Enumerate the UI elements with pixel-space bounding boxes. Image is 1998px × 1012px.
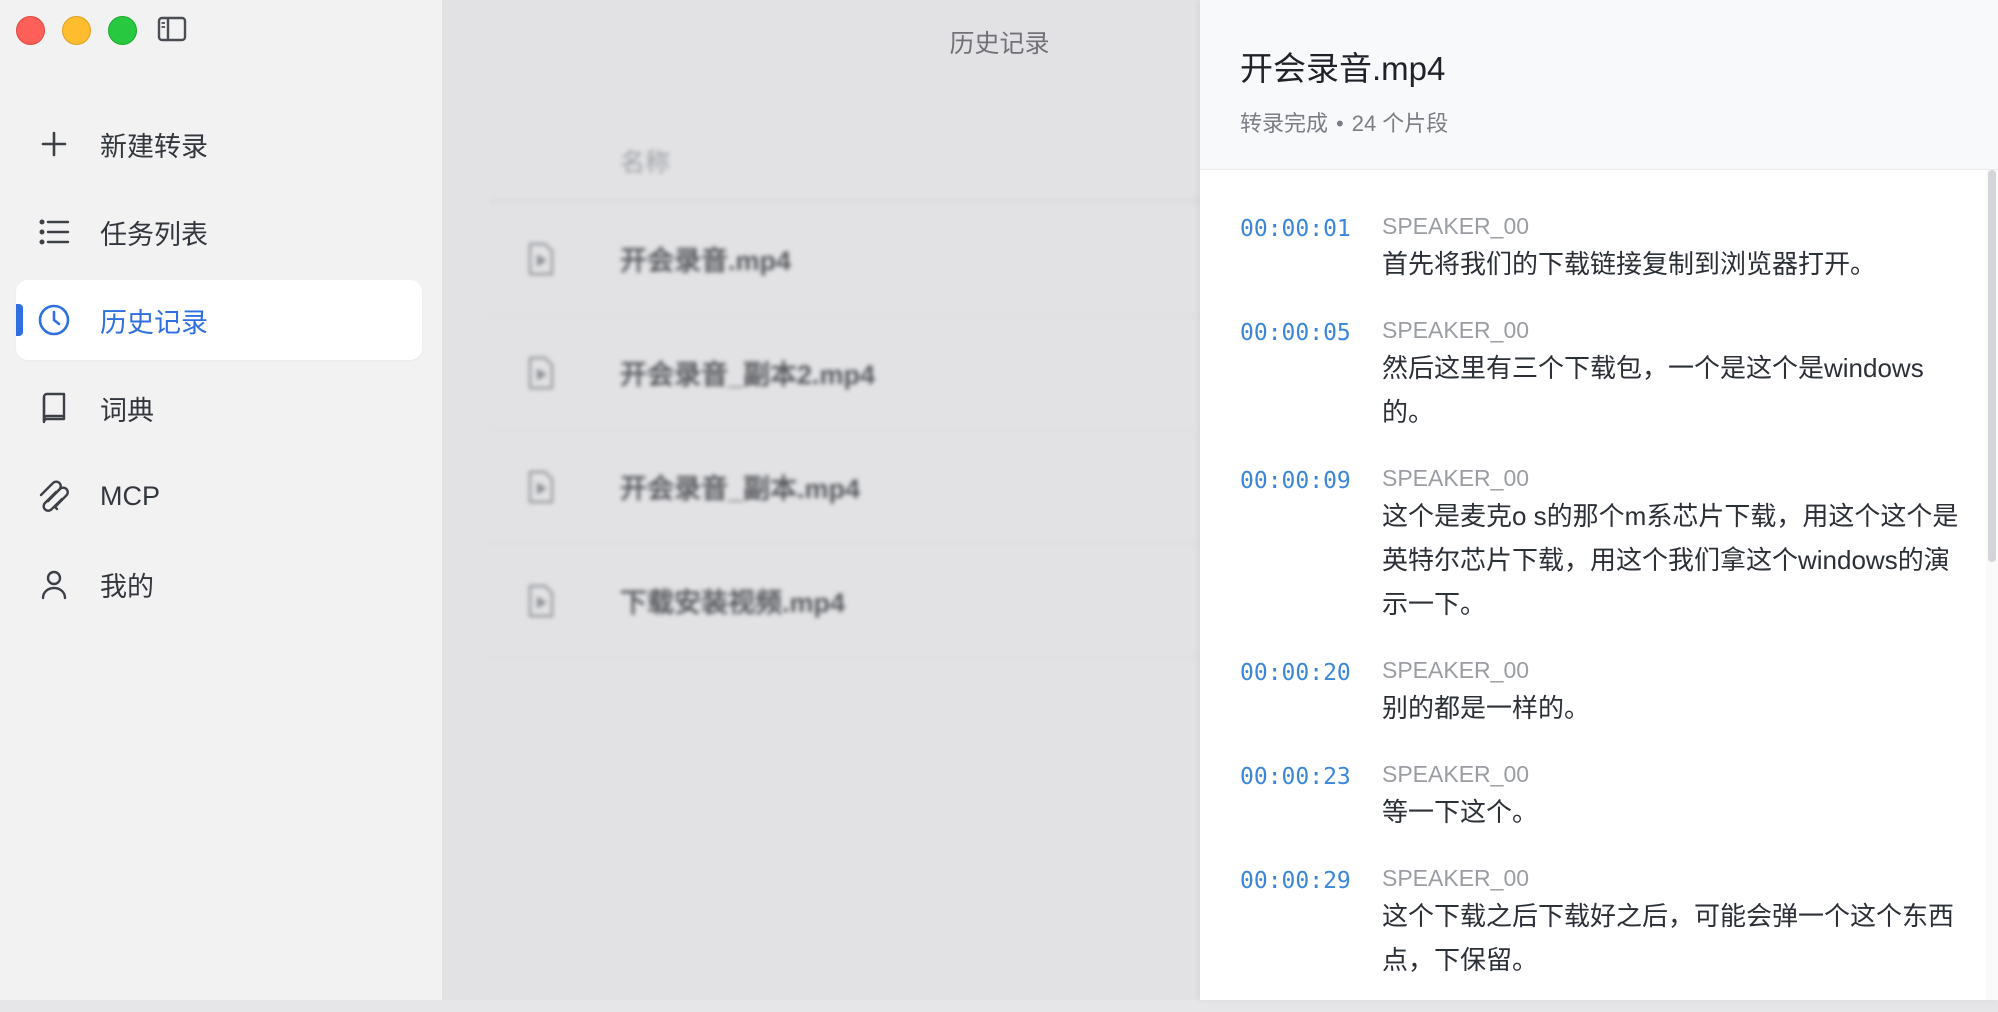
close-window-button[interactable] (16, 16, 45, 45)
sidebar-item-mcp[interactable]: MCP (16, 456, 422, 536)
list-icon (36, 214, 72, 250)
sidebar-item-new-transcription[interactable]: 新建转录 (16, 104, 422, 184)
segment-speaker: SPEAKER_00 (1382, 761, 1530, 787)
transcript-segment: 00:00:01 SPEAKER_00 首先将我们的下载链接复制到浏览器打开。 (1240, 212, 1960, 286)
transcript-segment: 00:00:29 SPEAKER_00 这个下载之后下载好之后，可能会弹一个这个… (1240, 864, 1960, 982)
segment-text: 首先将我们的下载链接复制到浏览器打开。 (1382, 249, 1877, 279)
book-icon (36, 390, 72, 426)
sidebar-item-label: MCP (100, 480, 160, 511)
panel-title: 开会录音.mp4 (1240, 50, 1446, 87)
transcript-segments: 00:00:01 SPEAKER_00 首先将我们的下载链接复制到浏览器打开。 … (1240, 212, 1960, 1012)
video-file-icon (526, 469, 556, 505)
sidebar: 新建转录 任务列表 历史记录 词典 MCP 我的 (0, 0, 442, 1000)
segment-timestamp[interactable]: 00:00:01 (1240, 212, 1382, 286)
segment-text: 这个下载之后下载好之后，可能会弹一个这个东西点，下保留。 (1382, 901, 1955, 975)
mcp-icon (36, 478, 72, 514)
segment-text: 别的都是一样的。 (1382, 693, 1591, 723)
user-icon (36, 566, 72, 602)
sidebar-item-label: 词典 (100, 395, 154, 426)
segment-text: 然后这里有三个下载包，一个是这个是windows的。 (1382, 353, 1924, 427)
sidebar-item-label: 历史记录 (100, 307, 208, 338)
transcript-segment: 00:00:23 SPEAKER_00 等一下这个。 (1240, 760, 1960, 834)
panel-subtitle: 转录完成 • 24 个片段 (1240, 106, 1998, 138)
sidebar-nav: 新建转录 任务列表 历史记录 词典 MCP 我的 (16, 104, 422, 632)
segment-speaker: SPEAKER_00 (1382, 465, 1530, 491)
segment-timestamp[interactable]: 00:00:20 (1240, 656, 1382, 730)
sidebar-item-task-list[interactable]: 任务列表 (16, 192, 422, 272)
sidebar-toggle-icon[interactable] (156, 15, 188, 43)
segment-text: 这个是麦克o s的那个m系芯片下载，用这个这个是英特尔芯片下载，用这个我们拿这个… (1382, 501, 1959, 619)
sidebar-item-profile[interactable]: 我的 (16, 544, 422, 624)
video-file-icon (526, 241, 556, 277)
sidebar-item-history[interactable]: 历史记录 (16, 280, 422, 360)
segment-text: 等一下这个。 (1382, 797, 1539, 827)
transcript-scrollbar[interactable] (1986, 170, 1998, 1000)
segment-timestamp[interactable]: 00:00:23 (1240, 760, 1382, 834)
segment-timestamp[interactable]: 00:00:09 (1240, 464, 1382, 626)
window-controls (16, 16, 137, 45)
sidebar-item-dictionary[interactable]: 词典 (16, 368, 422, 448)
sidebar-item-label: 我的 (100, 571, 154, 602)
clock-icon (36, 302, 72, 338)
video-file-icon (526, 355, 556, 391)
panel-header: 开会录音.mp4 转录完成 • 24 个片段 (1200, 0, 1998, 170)
transcript-segment: 00:00:09 SPEAKER_00 这个是麦克o s的那个m系芯片下载，用这… (1240, 464, 1960, 626)
video-file-icon (526, 583, 556, 619)
segment-speaker: SPEAKER_00 (1382, 317, 1530, 343)
sidebar-item-label: 新建转录 (100, 131, 208, 162)
segment-speaker: SPEAKER_00 (1382, 657, 1530, 683)
status-text: 转录完成 (1240, 111, 1329, 136)
zoom-window-button[interactable] (108, 16, 137, 45)
file-name: 开会录音.mp4 (620, 246, 792, 276)
segment-timestamp[interactable]: 00:00:29 (1240, 864, 1382, 982)
plus-icon (36, 126, 72, 162)
segment-speaker: SPEAKER_00 (1382, 213, 1530, 239)
scrollbar-thumb[interactable] (1988, 170, 1996, 562)
file-name: 下载安装视频.mp4 (620, 588, 846, 618)
minimize-window-button[interactable] (62, 16, 91, 45)
separator-dot: • (1336, 111, 1344, 136)
file-name: 开会录音_副本2.mp4 (620, 360, 876, 390)
transcript-panel: 开会录音.mp4 转录完成 • 24 个片段 00:00:01 SPEAKER_00… (1200, 0, 1998, 1000)
segment-timestamp[interactable]: 00:00:05 (1240, 316, 1382, 434)
sidebar-item-label: 任务列表 (100, 219, 208, 250)
transcript-segment: 00:00:20 SPEAKER_00 别的都是一样的。 (1240, 656, 1960, 730)
segment-speaker: SPEAKER_00 (1382, 865, 1530, 891)
segment-count: 24 个片段 (1351, 111, 1449, 136)
file-name: 开会录音_副本.mp4 (620, 474, 861, 504)
transcript-segment: 00:00:05 SPEAKER_00 然后这里有三个下载包，一个是这个是win… (1240, 316, 1960, 434)
